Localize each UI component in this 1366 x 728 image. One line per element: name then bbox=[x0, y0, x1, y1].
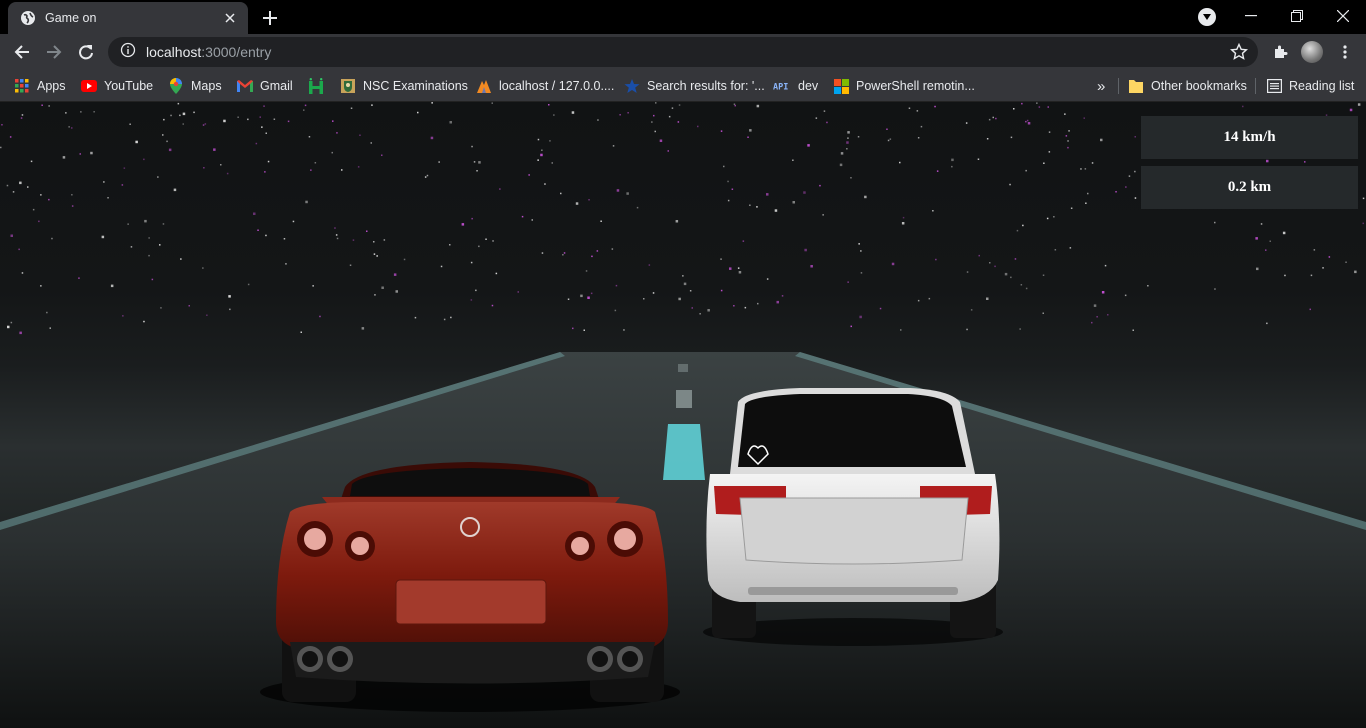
youtube-icon bbox=[81, 78, 97, 94]
url-path: :3000/entry bbox=[201, 44, 272, 60]
profile-avatar[interactable] bbox=[1301, 41, 1323, 63]
site-info-icon[interactable] bbox=[120, 42, 136, 63]
bookmark-apps[interactable]: Apps bbox=[14, 76, 66, 96]
other-bookmarks[interactable]: Other bookmarks bbox=[1128, 76, 1247, 96]
phpmyadmin-icon bbox=[476, 78, 492, 94]
road bbox=[0, 352, 1366, 728]
maps-pin-icon bbox=[168, 78, 184, 94]
speed-display: 14 km/h bbox=[1141, 116, 1358, 159]
bookmark-label: YouTube bbox=[104, 79, 154, 93]
address-bar[interactable]: localhost:3000/entry bbox=[108, 37, 1258, 67]
forward-button[interactable] bbox=[40, 38, 68, 66]
bookmark-label: Gmail bbox=[260, 79, 293, 93]
reload-button[interactable] bbox=[72, 38, 100, 66]
globe-icon bbox=[20, 10, 36, 26]
bookmark-label: Maps bbox=[191, 79, 222, 93]
bookmarks-divider bbox=[1118, 78, 1119, 94]
bookmark-label: NSC Examinations bbox=[363, 79, 468, 93]
new-tab-button[interactable] bbox=[258, 6, 282, 30]
extensions-icon[interactable] bbox=[1266, 38, 1294, 66]
microsoft-icon bbox=[833, 78, 849, 94]
bookmarks-bar: Apps YouTube Maps Gmail NSC Examinations… bbox=[0, 70, 1366, 102]
reading-list-label: Reading list bbox=[1289, 79, 1355, 93]
bookmark-youtube[interactable]: YouTube bbox=[81, 76, 153, 96]
bookmark-hackerrank[interactable] bbox=[308, 76, 331, 96]
folder-icon bbox=[1128, 78, 1144, 94]
close-window-button[interactable] bbox=[1320, 0, 1366, 32]
bookmark-phpmyadmin[interactable]: localhost / 127.0.0.... bbox=[476, 76, 614, 96]
crest-icon bbox=[340, 78, 356, 94]
bookmark-nsc-examinations[interactable]: NSC Examinations bbox=[340, 76, 468, 96]
browser-toolbar: localhost:3000/entry bbox=[0, 34, 1366, 70]
overflow-label: » bbox=[1097, 77, 1106, 95]
bookmark-maps[interactable]: Maps bbox=[168, 76, 222, 96]
browser-tab[interactable]: Game on bbox=[8, 2, 248, 34]
bookmark-powershell[interactable]: PowerShell remotin... bbox=[833, 76, 975, 96]
bookmark-search-results[interactable]: Search results for: '... bbox=[624, 76, 765, 96]
tab-strip: Game on bbox=[0, 0, 1366, 34]
hackerrank-icon bbox=[308, 78, 324, 94]
bookmarks-overflow-button[interactable]: » bbox=[1097, 76, 1105, 96]
apps-grid-icon bbox=[14, 78, 30, 94]
bookmarks-divider bbox=[1255, 78, 1256, 94]
distance-display: 0.2 km bbox=[1141, 166, 1358, 209]
game-canvas[interactable]: 14 km/h 0.2 km bbox=[0, 102, 1366, 728]
bookmark-label: PowerShell remotin... bbox=[856, 79, 975, 93]
menu-kebab-icon[interactable] bbox=[1331, 38, 1359, 66]
reading-list[interactable]: Reading list bbox=[1266, 76, 1354, 96]
minimize-button[interactable] bbox=[1228, 0, 1274, 32]
api-icon: API bbox=[773, 78, 791, 94]
close-tab-icon[interactable] bbox=[222, 10, 238, 26]
gmail-icon bbox=[237, 78, 253, 94]
bookmark-dev[interactable]: API dev bbox=[773, 76, 818, 96]
url-text: localhost:3000/entry bbox=[146, 44, 271, 60]
other-bookmarks-label: Other bookmarks bbox=[1151, 79, 1247, 93]
back-button[interactable] bbox=[8, 38, 36, 66]
bookmark-label: dev bbox=[798, 79, 819, 93]
speed-value: 14 km/h bbox=[1223, 129, 1276, 145]
distance-value: 0.2 km bbox=[1227, 179, 1272, 195]
reading-list-icon bbox=[1266, 78, 1282, 94]
url-host: localhost bbox=[146, 44, 202, 60]
bookmark-label: localhost / 127.0.0.... bbox=[499, 79, 615, 93]
tab-title: Game on bbox=[45, 11, 97, 25]
restore-button[interactable] bbox=[1274, 0, 1320, 32]
bookmark-label: Apps bbox=[37, 79, 66, 93]
bookmark-star-icon[interactable] bbox=[1229, 42, 1249, 66]
bookmark-label: Search results for: '... bbox=[647, 79, 765, 93]
star-bookmark-icon bbox=[624, 78, 640, 94]
svg-text:API: API bbox=[773, 83, 788, 92]
tab-search-button[interactable] bbox=[1198, 8, 1216, 26]
bookmark-gmail[interactable]: Gmail bbox=[237, 76, 293, 96]
